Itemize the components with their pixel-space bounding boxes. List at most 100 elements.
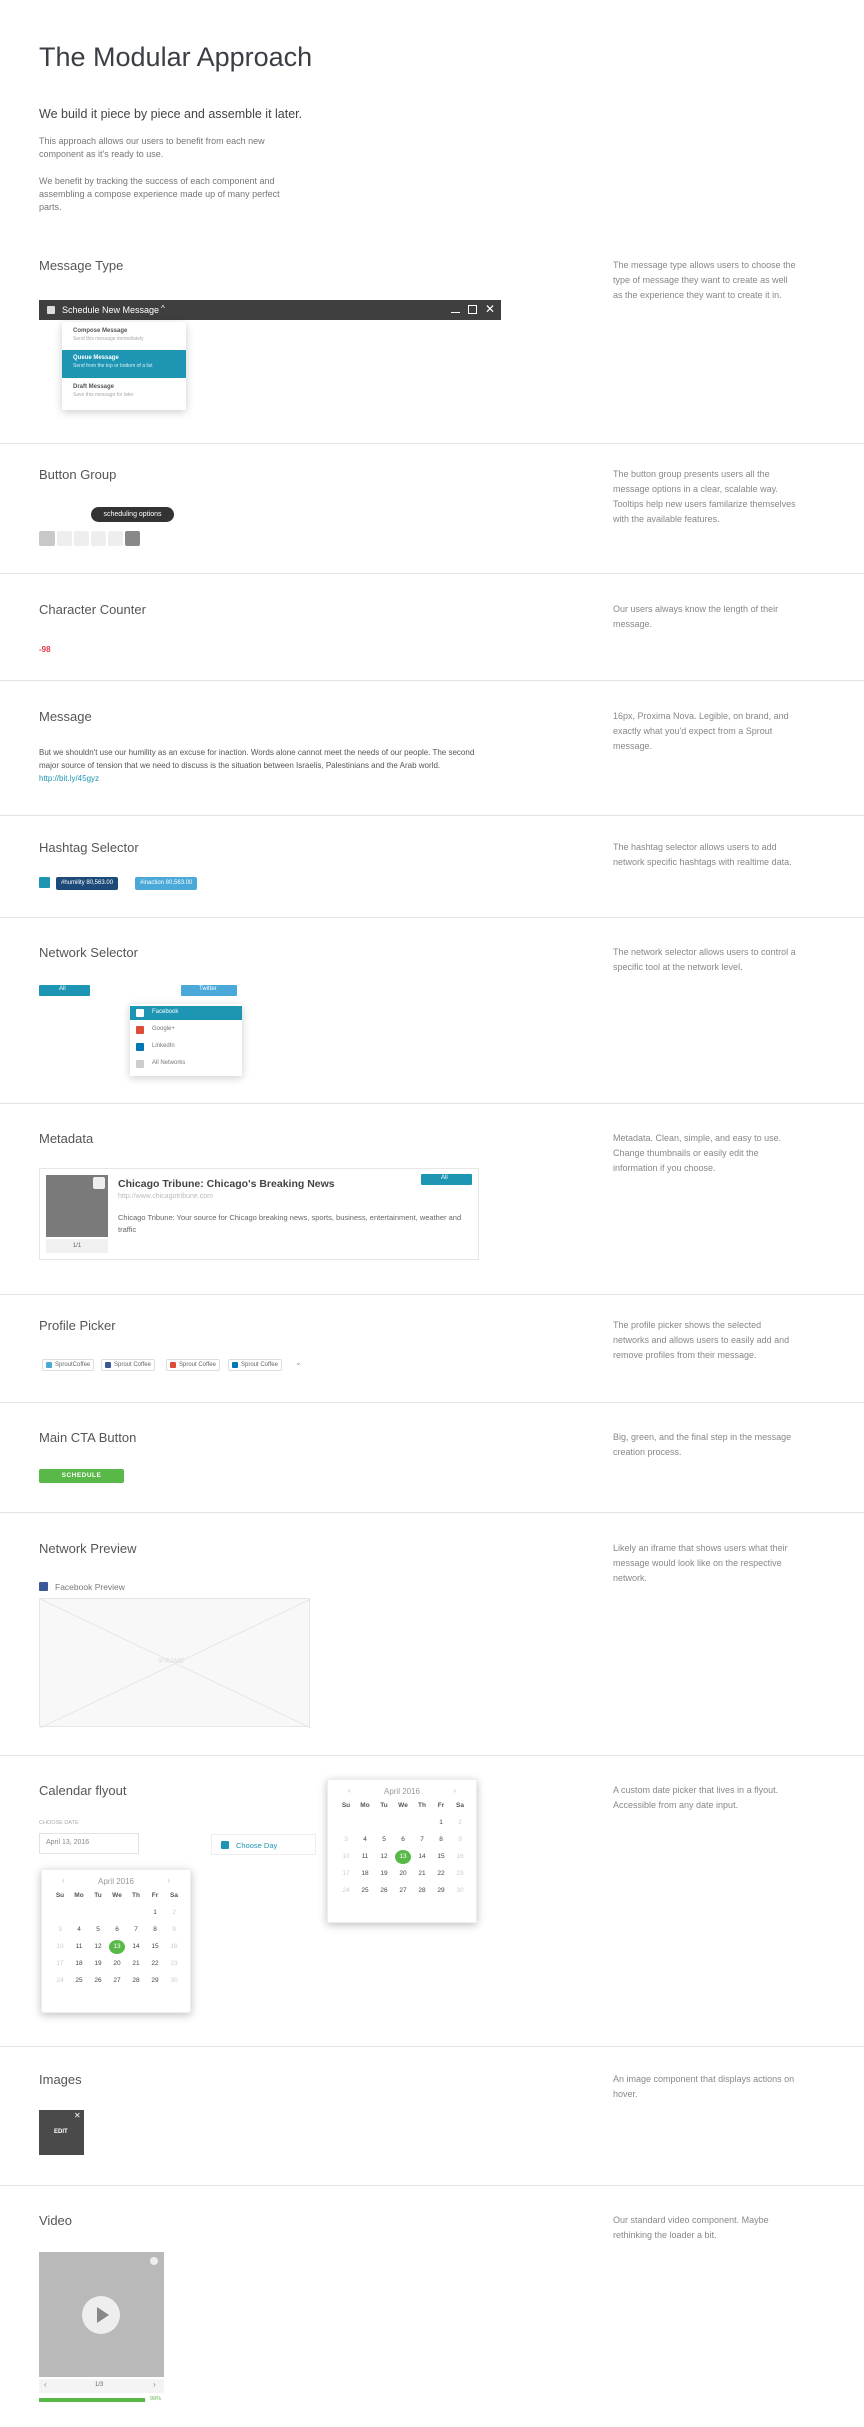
calendar-day[interactable]: 4: [71, 1923, 87, 1937]
image-edit-label[interactable]: EDIT: [54, 2129, 68, 2135]
calendar-day[interactable]: 3: [52, 1923, 68, 1937]
chevron-left-icon[interactable]: ‹: [44, 2380, 47, 2389]
calendar-day[interactable]: 14: [414, 1850, 430, 1864]
calendar-day[interactable]: 6: [109, 1923, 125, 1937]
profile-chip-linkedin[interactable]: Sprout Coffee: [228, 1359, 282, 1371]
calendar-day[interactable]: 2: [166, 1906, 182, 1920]
minimize-icon[interactable]: [451, 312, 460, 313]
calendar-day[interactable]: 8: [147, 1923, 163, 1937]
network-option-facebook[interactable]: Facebook: [130, 1006, 242, 1020]
gear-icon[interactable]: [93, 1177, 105, 1189]
calendar-day[interactable]: 12: [90, 1940, 106, 1954]
calendar-day[interactable]: 1: [433, 1816, 449, 1830]
preview-iframe[interactable]: IFRAME: [39, 1598, 311, 1728]
chevron-right-icon[interactable]: ›: [453, 1786, 456, 1795]
close-icon[interactable]: ✕: [485, 302, 495, 316]
calendar-day[interactable]: 12: [376, 1850, 392, 1864]
network-option-all[interactable]: All Networks: [130, 1057, 242, 1071]
calendar-day[interactable]: 23: [452, 1867, 468, 1881]
message-body[interactable]: But we shouldn't use our humility as an …: [39, 746, 479, 785]
calendar-day[interactable]: 17: [52, 1957, 68, 1971]
hashtag-grid-icon[interactable]: [39, 877, 50, 888]
calendar-day[interactable]: 30: [166, 1974, 182, 1988]
calendar-day[interactable]: 18: [357, 1867, 373, 1881]
menu-item-compose[interactable]: Compose Message Send this message immedi…: [62, 324, 186, 350]
calendar-day[interactable]: 6: [395, 1833, 411, 1847]
menu-item-draft[interactable]: Draft Message Save this message for late…: [62, 380, 186, 406]
close-icon[interactable]: ✕: [74, 2111, 81, 2120]
calendar-day[interactable]: 20: [109, 1957, 125, 1971]
maximize-icon[interactable]: [468, 305, 477, 314]
calendar-day[interactable]: 25: [357, 1884, 373, 1898]
calendar-day[interactable]: 19: [90, 1957, 106, 1971]
calendar-day[interactable]: 23: [166, 1957, 182, 1971]
play-button[interactable]: [82, 2296, 120, 2334]
calendar-day[interactable]: 14: [128, 1940, 144, 1954]
video-pager[interactable]: ‹ 1/3 ›: [39, 2379, 164, 2393]
calendar-day[interactable]: 26: [376, 1884, 392, 1898]
network-all-button[interactable]: All: [39, 985, 90, 996]
calendar-day[interactable]: 25: [71, 1974, 87, 1988]
calendar-day[interactable]: 13: [395, 1850, 411, 1864]
chevron-right-icon[interactable]: ›: [167, 1876, 170, 1885]
calendar-day[interactable]: 21: [414, 1867, 430, 1881]
calendar-day[interactable]: 11: [357, 1850, 373, 1864]
calendar-day[interactable]: 20: [395, 1867, 411, 1881]
calendar-day[interactable]: 29: [147, 1974, 163, 1988]
network-twitter-button[interactable]: Twitter: [181, 985, 237, 996]
menu-item-queue[interactable]: Queue Message Send from the top or botto…: [62, 350, 186, 378]
calendar-day[interactable]: 4: [357, 1833, 373, 1847]
calendar-day[interactable]: 16: [166, 1940, 182, 1954]
calendar-day[interactable]: 3: [338, 1833, 354, 1847]
calendar-day[interactable]: 22: [433, 1867, 449, 1881]
message-link[interactable]: http://bit.ly/45gyz: [39, 774, 99, 783]
image-component[interactable]: ✕ EDIT: [39, 2110, 84, 2155]
calendar-day[interactable]: 26: [90, 1974, 106, 1988]
link-icon[interactable]: [74, 531, 89, 546]
profile-chip-google[interactable]: Sprout Coffee: [166, 1359, 220, 1371]
video-thumbnail[interactable]: [39, 2252, 164, 2377]
flag-icon[interactable]: [108, 531, 123, 546]
calendar-day[interactable]: 29: [433, 1884, 449, 1898]
calendar-day[interactable]: 21: [128, 1957, 144, 1971]
calendar-day[interactable]: 24: [52, 1974, 68, 1988]
schedule-icon[interactable]: [125, 531, 140, 546]
gear-icon[interactable]: [150, 2257, 158, 2265]
calendar-day[interactable]: 7: [414, 1833, 430, 1847]
image-icon[interactable]: [39, 531, 55, 546]
pin-icon[interactable]: [91, 531, 106, 546]
calendar-day[interactable]: 28: [128, 1974, 144, 1988]
calendar-day[interactable]: 28: [414, 1884, 430, 1898]
calendar-day[interactable]: 15: [147, 1940, 163, 1954]
network-option-google[interactable]: Google+: [130, 1023, 242, 1037]
profile-chip-twitter[interactable]: SproutCoffee: [42, 1359, 95, 1371]
calendar-day[interactable]: 5: [90, 1923, 106, 1937]
hashtag-chip[interactable]: #inaction 80,563.00: [135, 877, 198, 890]
calendar-day[interactable]: 9: [166, 1923, 182, 1937]
calendar-day[interactable]: 10: [338, 1850, 354, 1864]
schedule-button[interactable]: SCHEDULE: [39, 1469, 124, 1483]
calendar-day[interactable]: 24: [338, 1884, 354, 1898]
calendar-day[interactable]: 9: [452, 1833, 468, 1847]
chevron-right-icon[interactable]: ›: [153, 2380, 156, 2389]
calendar-day[interactable]: 19: [376, 1867, 392, 1881]
calendar-day[interactable]: 8: [433, 1833, 449, 1847]
calendar-day[interactable]: 13: [109, 1940, 125, 1954]
calendar-day[interactable]: 15: [433, 1850, 449, 1864]
choose-day-button[interactable]: Choose Day: [211, 1834, 316, 1855]
calendar-day[interactable]: 7: [128, 1923, 144, 1937]
calendar-day[interactable]: 18: [71, 1957, 87, 1971]
metadata-url[interactable]: http://www.chicagotribune.com: [118, 1193, 213, 1200]
calendar-day[interactable]: 1: [147, 1906, 163, 1920]
date-input[interactable]: April 13, 2016: [39, 1833, 139, 1854]
hashtag-chip[interactable]: #humility 80,563.00: [56, 877, 119, 890]
calendar-day[interactable]: 11: [71, 1940, 87, 1954]
calendar-day[interactable]: 17: [338, 1867, 354, 1881]
calendar-day[interactable]: 5: [376, 1833, 392, 1847]
message-type-bar[interactable]: Schedule New Message ^ ✕: [39, 300, 501, 320]
metadata-description[interactable]: Chicago Tribune: Your source for Chicago…: [118, 1212, 473, 1236]
calendar-day[interactable]: 2: [452, 1816, 468, 1830]
profile-chip-facebook[interactable]: Sprout Coffee: [101, 1359, 155, 1371]
chevron-down-icon[interactable]: ⌄: [295, 1358, 302, 1367]
network-option-linkedin[interactable]: LinkedIn: [130, 1040, 242, 1054]
